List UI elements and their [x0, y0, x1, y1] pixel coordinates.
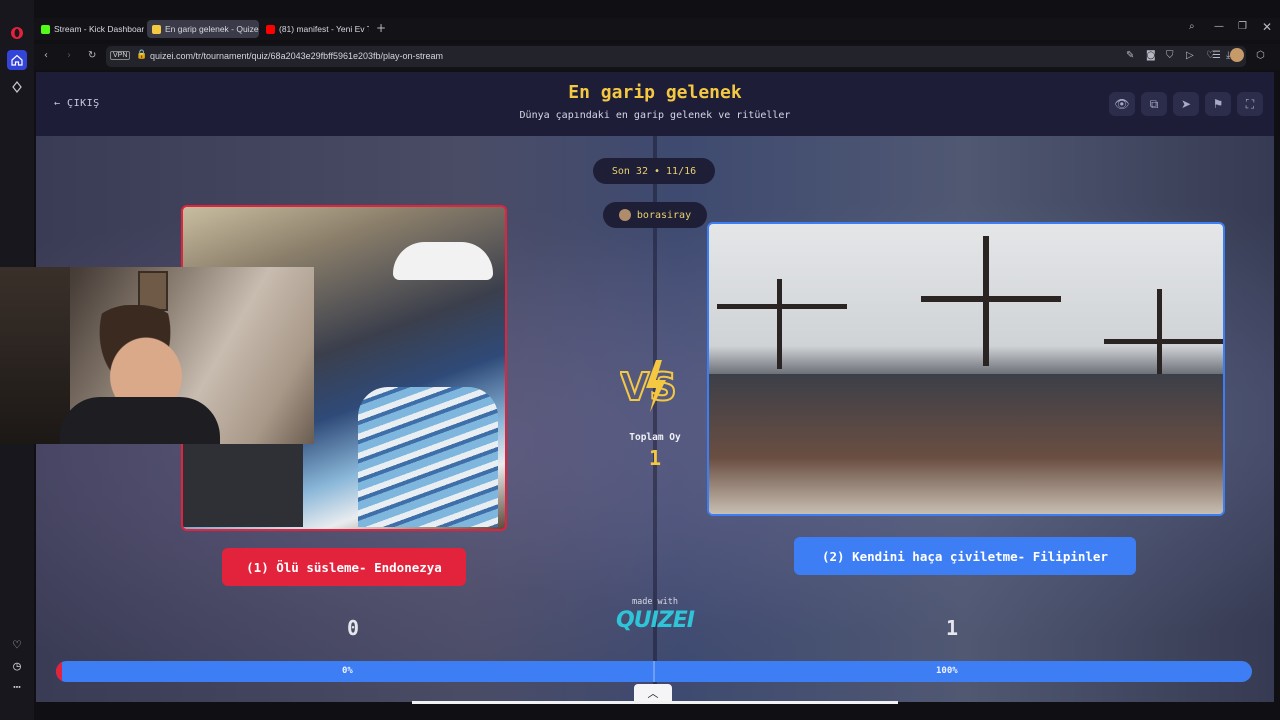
cross-center-beam	[921, 296, 1061, 302]
vote-progress-bar: 0% 100%	[56, 661, 1252, 682]
close-window-icon[interactable]: ✕	[1262, 20, 1272, 34]
cross-left-beam	[717, 304, 847, 309]
tab-kick-dashboard[interactable]: Stream - Kick Dashboard	[36, 20, 144, 38]
quiz-subtitle: Dünya çapındaki en garip gelenek ve ritü…	[519, 110, 791, 121]
profile-avatar[interactable]	[1230, 48, 1244, 62]
extensions-icon[interactable]: ⬡	[1256, 50, 1265, 61]
share-icon[interactable]: ⧉	[1141, 92, 1167, 116]
streamer-shirt	[60, 397, 220, 444]
eye-icon[interactable]: 👁	[1109, 92, 1135, 116]
url-box[interactable]: VPN 🔒 quizei.com/tr/tournament/quiz/68a2…	[106, 46, 1246, 67]
shield-icon[interactable]: ⛉	[1166, 50, 1174, 61]
total-votes-value: 1	[648, 446, 662, 470]
vs-icon: VS	[619, 358, 688, 414]
vote-percent-left: 0%	[342, 666, 353, 676]
tab-bar: Stream - Kick Dashboard En garip gelenek…	[34, 18, 1280, 40]
lock-icon[interactable]: 🔒	[136, 50, 147, 60]
address-bar-row: ‹ › ↻ VPN 🔒 quizei.com/tr/tournament/qui…	[34, 44, 1280, 70]
restore-icon[interactable]: ❐	[1238, 21, 1247, 32]
fullscreen-icon[interactable]: ⛶	[1237, 92, 1263, 116]
bottom-scrollbar[interactable]	[412, 701, 898, 704]
minimize-icon[interactable]: —	[1214, 21, 1224, 32]
search-tabs-icon[interactable]: ⌕	[1189, 21, 1195, 32]
home-icon[interactable]	[7, 50, 27, 70]
total-votes-label: Toplam Oy	[629, 432, 681, 443]
striped-shirt	[358, 387, 498, 527]
new-tab-icon[interactable]: +	[376, 21, 386, 35]
crowd	[709, 374, 1223, 514]
forward-nav-icon[interactable]: ›	[67, 50, 71, 61]
quizei-logo[interactable]: QUIZEI	[604, 608, 706, 633]
webcam-poster	[0, 267, 70, 444]
contestant-label-right[interactable]: (2) Kendini haça çiviletme- Filipinler	[794, 537, 1136, 575]
collapse-chevron-button[interactable]: ︿	[634, 684, 672, 702]
round-badge: Son 32 • 11/16	[593, 158, 715, 184]
streamer-avatar	[618, 209, 631, 221]
flag-icon[interactable]: ⚑	[1205, 92, 1231, 116]
quizei-favicon-icon	[152, 24, 161, 34]
more-icon[interactable]: ⋯	[8, 678, 26, 696]
reload-icon[interactable]: ↻	[88, 50, 96, 61]
cross-right-post	[1157, 289, 1162, 374]
quiz-title: En garip gelenek	[568, 82, 742, 103]
opera-logo-icon[interactable]	[8, 24, 26, 42]
vote-progress-left-fill	[56, 661, 62, 682]
heart-icon[interactable]: ♡	[8, 636, 26, 654]
youtube-favicon-icon	[266, 24, 275, 34]
easy-setup-icon[interactable]: ☰	[1212, 50, 1221, 61]
cross-left-post	[777, 279, 782, 369]
cross-right-beam	[1104, 339, 1223, 344]
tab-quizei-active[interactable]: En garip gelenek - Quizei	[147, 20, 259, 38]
history-icon[interactable]: ◷	[8, 657, 26, 675]
contestant-image-right[interactable]	[707, 222, 1225, 516]
back-nav-icon[interactable]: ‹	[44, 50, 48, 61]
vote-count-right: 1	[946, 616, 959, 640]
chevron-up-icon: ︿	[647, 687, 659, 700]
vote-count-left: 0	[347, 616, 360, 640]
url-text[interactable]: quizei.com/tr/tournament/quiz/68a2043e29…	[150, 51, 443, 61]
made-with-label: made with	[631, 597, 679, 607]
white-cap	[393, 242, 493, 280]
contestant-label-left[interactable]: (1) Ölü süsleme- Endonezya	[222, 548, 466, 586]
pinboard-icon[interactable]	[8, 78, 26, 96]
streamer-badge: borasiray	[603, 202, 707, 228]
kick-favicon-icon	[41, 24, 50, 34]
quiz-header: ← ÇIKIŞ En garip gelenek Dünya çapındaki…	[36, 72, 1274, 136]
edit-icon[interactable]: ✎	[1126, 50, 1134, 61]
play-icon[interactable]: ▷	[1186, 50, 1194, 61]
vpn-badge[interactable]: VPN	[110, 51, 131, 60]
webcam-overlay	[0, 267, 314, 444]
vote-percent-right: 100%	[936, 666, 958, 676]
camera-icon[interactable]: ◙	[1146, 50, 1156, 61]
send-icon[interactable]: ➤	[1173, 92, 1199, 116]
tab-youtube[interactable]: (81) manifest - Yeni Ev Tur	[261, 20, 369, 38]
progress-center-mark	[653, 661, 655, 682]
